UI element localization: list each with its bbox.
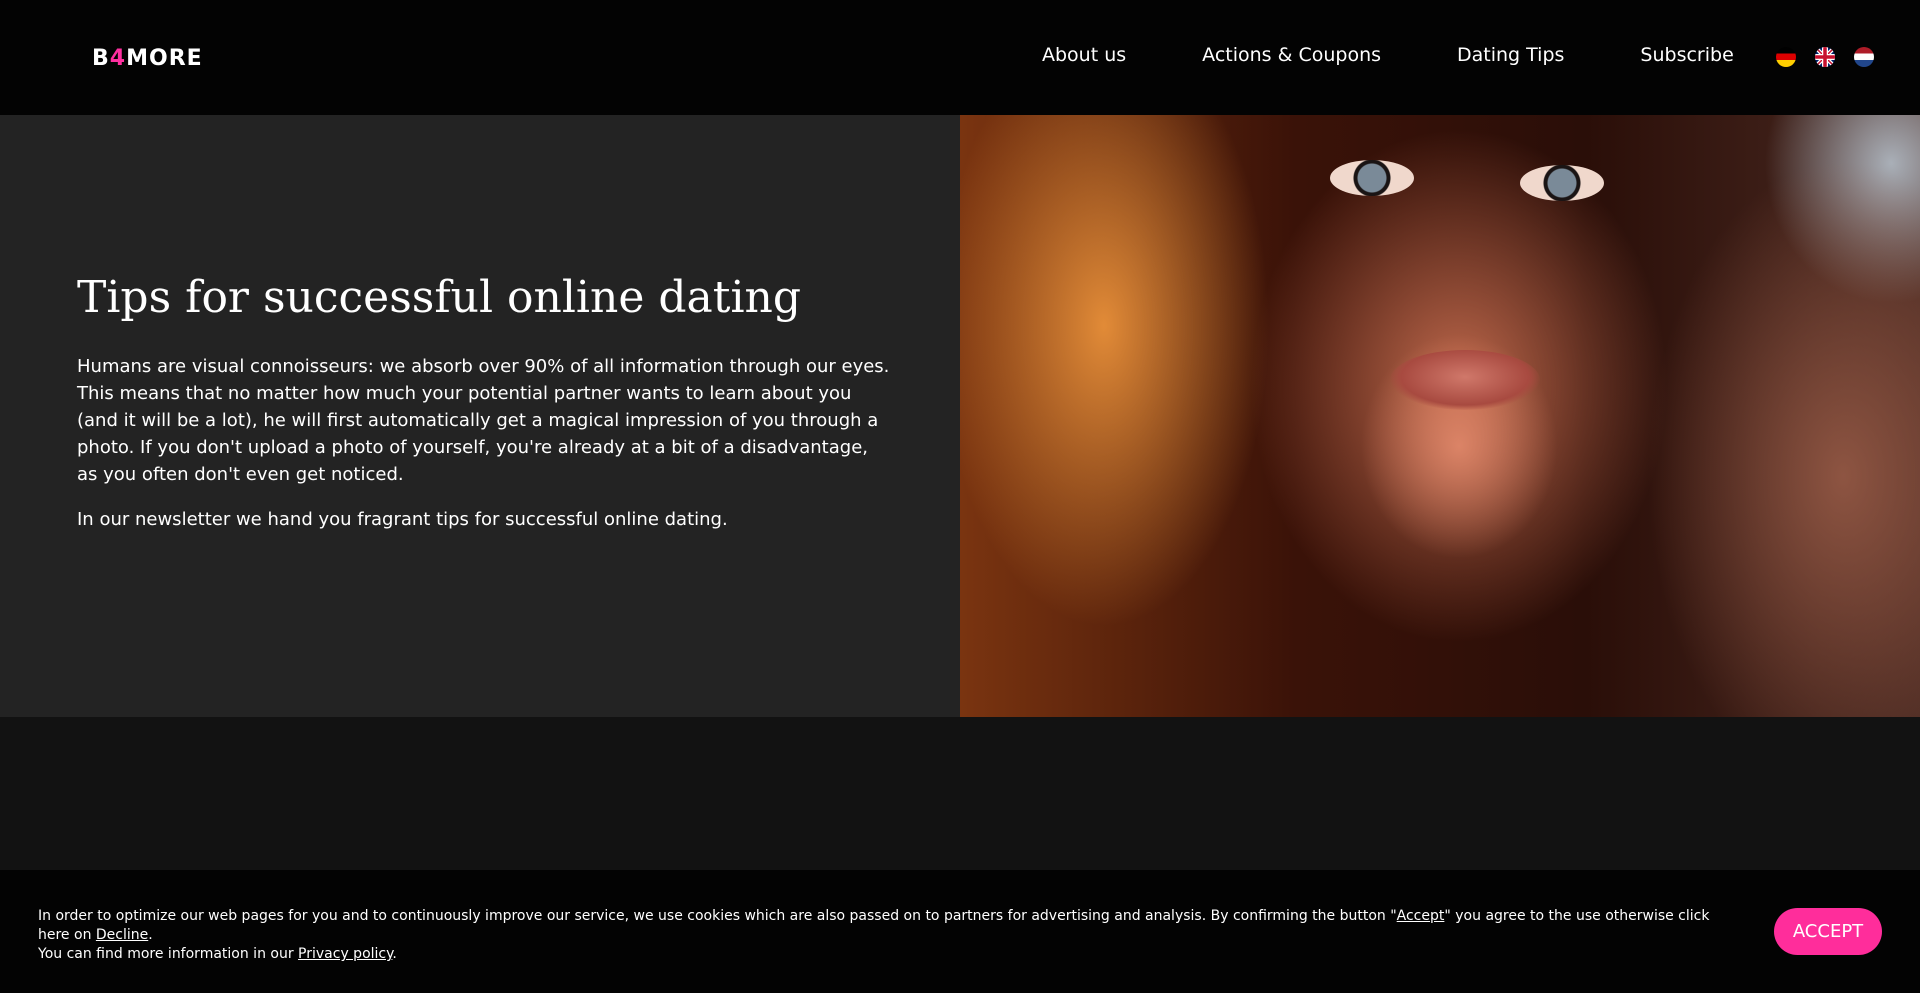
portrait-right-eye [1520,165,1604,201]
page-title: Tips for successful online dating [77,272,802,323]
nav-subscribe[interactable]: Subscribe [1640,44,1733,66]
logo[interactable]: B4MORE [92,45,203,71]
nav-dating-tips[interactable]: Dating Tips [1457,44,1564,66]
cookie-text: In order to optimize our web pages for y… [38,908,1710,962]
accept-link[interactable]: Accept [1397,908,1445,924]
nav-actions-coupons[interactable]: Actions & Coupons [1202,44,1381,66]
de-flag-icon[interactable] [1776,47,1796,67]
nl-flag-icon[interactable] [1854,47,1874,67]
accept-button[interactable]: ACCEPT [1774,908,1882,955]
portrait-left-eye [1330,160,1414,196]
logo-text: B4MORE [92,45,203,71]
uk-flag-icon[interactable] [1815,47,1835,67]
decline-link[interactable]: Decline [96,927,148,943]
nav-about-us[interactable]: About us [1042,44,1126,66]
hero-image [960,115,1920,717]
hero-paragraph-1: Humans are visual connoisseurs: we absor… [77,356,890,485]
language-switcher [1776,47,1874,67]
hero-paragraph-2: In our newsletter we hand you fragrant t… [77,509,728,530]
site-header: B4MORE About us Actions & Coupons Dating… [0,0,1920,115]
hero-text-panel: Tips for successful online dating Humans… [0,115,960,717]
privacy-policy-link[interactable]: Privacy policy [298,946,392,962]
main-nav: About us Actions & Coupons Dating Tips S… [1042,44,1734,66]
portrait-lips [1390,350,1540,410]
cookie-banner: In order to optimize our web pages for y… [0,870,1920,993]
